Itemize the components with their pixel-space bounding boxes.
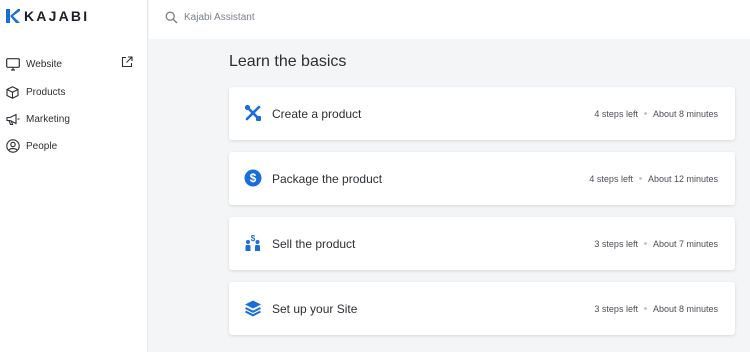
card-meta: 4 steps left About 8 minutes (594, 109, 718, 119)
card-title: Set up your Site (272, 301, 358, 316)
user-circle-icon (5, 139, 20, 154)
search-icon (165, 11, 178, 23)
separator-dot (643, 307, 647, 310)
brand-name: KAJABI (24, 8, 90, 24)
page-title: Learn the basics (229, 53, 347, 70)
card-title: Package the product (272, 171, 383, 186)
steps-left: 3 steps left (594, 303, 638, 314)
steps-left: 4 steps left (589, 173, 633, 184)
card-meta: 3 steps left About 7 minutes (594, 239, 718, 249)
card-sell-product[interactable]: $ Sell the product 3 steps left About 7 … (229, 217, 735, 270)
separator-dot (638, 177, 642, 180)
sidebar-item-website[interactable]: Website (5, 54, 140, 74)
sidebar-item-label: People (26, 140, 58, 152)
separator-dot (643, 112, 647, 115)
sidebar-item-label: Marketing (26, 113, 70, 125)
time-estimate: About 12 minutes (647, 173, 718, 184)
card-package-product[interactable]: $ Package the product 4 steps left About… (229, 152, 735, 205)
sidebar-item-products[interactable]: Products (5, 82, 140, 102)
search-input[interactable] (184, 11, 444, 23)
external-link-icon[interactable] (121, 56, 133, 68)
layers-icon (244, 299, 262, 317)
people-icon: $ (244, 234, 262, 252)
dollar-icon: $ (244, 169, 262, 187)
top-bar (149, 0, 750, 39)
svg-text:$: $ (250, 171, 257, 185)
time-estimate: About 8 minutes (652, 108, 718, 119)
card-title: Sell the product (272, 236, 356, 251)
tools-icon (244, 104, 262, 122)
separator-dot (643, 242, 647, 245)
card-meta: 3 steps left About 8 minutes (594, 304, 718, 314)
time-estimate: About 7 minutes (652, 238, 718, 249)
svg-text:$: $ (251, 234, 256, 243)
sidebar-item-marketing[interactable]: Marketing (5, 109, 140, 129)
card-title: Create a product (272, 106, 362, 121)
steps-left: 4 steps left (594, 108, 638, 119)
box-icon (5, 85, 20, 100)
search-bar[interactable] (165, 8, 465, 26)
sidebar-item-people[interactable]: People (5, 136, 140, 156)
sidebar-item-label: Website (26, 58, 62, 70)
card-meta: 4 steps left About 12 minutes (589, 174, 718, 184)
time-estimate: About 8 minutes (652, 303, 718, 314)
monitor-icon (5, 57, 20, 72)
steps-left: 3 steps left (594, 238, 638, 249)
card-create-product[interactable]: Create a product 4 steps left About 8 mi… (229, 87, 735, 140)
sidebar-item-label: Products (26, 86, 66, 98)
sidebar: KAJABI Website Products Marketing People (0, 0, 148, 352)
kajabi-logo[interactable]: KAJABI (6, 8, 89, 24)
kajabi-logo-icon (6, 9, 20, 23)
card-set-up-site[interactable]: Set up your Site 3 steps left About 8 mi… (229, 282, 735, 335)
megaphone-icon (5, 112, 20, 127)
